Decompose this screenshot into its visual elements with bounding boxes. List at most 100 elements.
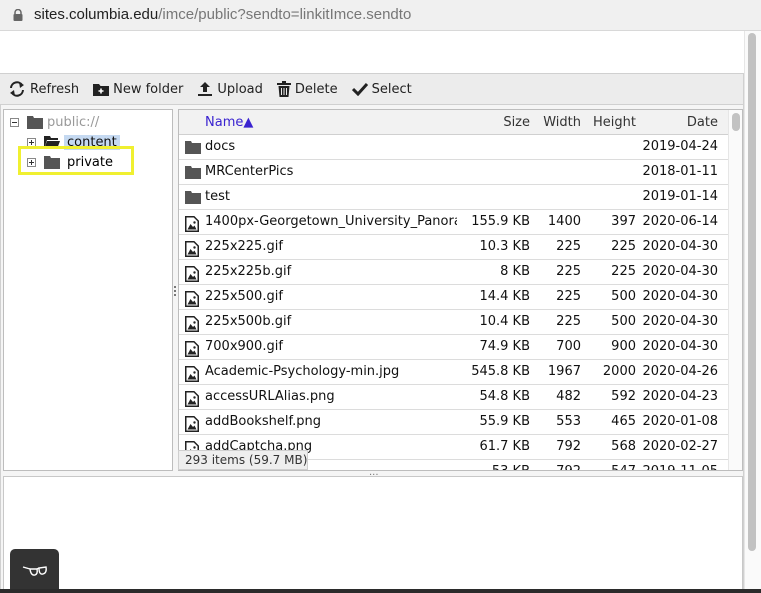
file-size: 545.8 KB bbox=[471, 364, 530, 379]
image-file-icon bbox=[185, 291, 199, 307]
file-date: 2020-04-26 bbox=[642, 364, 718, 379]
file-list-scrollbar[interactable] bbox=[728, 110, 742, 470]
file-row[interactable]: 1400px-Georgetown_University_Panoram 155.… bbox=[179, 210, 728, 235]
image-height: 225 bbox=[611, 264, 636, 279]
image-file-icon bbox=[185, 266, 199, 282]
image-file-icon bbox=[185, 391, 199, 407]
delete-button[interactable]: Delete bbox=[276, 81, 338, 97]
file-date: 2018-01-11 bbox=[642, 164, 718, 179]
image-file-icon bbox=[185, 291, 199, 311]
folder-icon bbox=[185, 191, 201, 204]
file-date: 2020-04-23 bbox=[642, 389, 718, 404]
image-width: 225 bbox=[556, 264, 581, 279]
file-name: 1400px-Georgetown_University_Panoram bbox=[205, 214, 457, 229]
file-size: 61.7 KB bbox=[479, 439, 530, 454]
file-size: 10.3 KB bbox=[479, 239, 530, 254]
select-label: Select bbox=[371, 81, 412, 97]
file-name: 225x225.gif bbox=[205, 239, 283, 254]
column-header-name[interactable]: Name▲ bbox=[205, 115, 253, 130]
file-date: 2020-02-27 bbox=[642, 439, 718, 454]
trash-icon bbox=[276, 81, 291, 97]
accessibility-button[interactable] bbox=[10, 549, 59, 593]
file-row[interactable]: 700x900.gif 74.9 KB 700 900 2020-04-30 bbox=[179, 335, 728, 360]
file-name: MRCenterPics bbox=[205, 164, 294, 179]
file-date: 2020-04-30 bbox=[642, 339, 718, 354]
file-date: 2019-11-05 bbox=[642, 464, 718, 470]
image-file-icon bbox=[185, 416, 199, 436]
refresh-icon bbox=[10, 81, 24, 97]
column-header-width[interactable]: Width bbox=[543, 115, 581, 130]
file-size: 8 KB bbox=[500, 264, 530, 279]
image-file-icon bbox=[185, 366, 199, 386]
column-header-size[interactable]: Size bbox=[503, 115, 530, 130]
file-size: 53 KB bbox=[492, 464, 530, 470]
image-file-icon bbox=[185, 341, 199, 357]
image-width: 792 bbox=[556, 464, 581, 470]
file-list-rows: docs 2019-04-24 MRCenterPics 2018-01-11 test… bbox=[179, 135, 728, 470]
image-height: 900 bbox=[611, 339, 636, 354]
folder-row[interactable]: docs 2019-04-24 bbox=[179, 135, 728, 160]
new-folder-label: New folder bbox=[113, 81, 184, 97]
upload-label: Upload bbox=[217, 81, 263, 97]
status-bar: 293 items (59.7 MB) bbox=[178, 450, 308, 470]
folder-icon bbox=[185, 191, 201, 208]
folder-row[interactable]: MRCenterPics 2018-01-11 bbox=[179, 160, 728, 185]
select-button[interactable]: Select bbox=[351, 81, 412, 97]
browser-url-bar[interactable]: sites.columbia.edu/imce/public?sendto=li… bbox=[0, 0, 761, 31]
url-text[interactable]: sites.columbia.edu/imce/public?sendto=li… bbox=[34, 6, 411, 23]
column-header-date[interactable]: Date bbox=[687, 115, 718, 130]
upload-button[interactable]: Upload bbox=[197, 81, 263, 97]
preview-pane bbox=[3, 476, 743, 593]
url-host: sites.columbia.edu bbox=[34, 6, 159, 23]
file-row[interactable]: 225x500.gif 14.4 KB 225 500 2020-04-30 bbox=[179, 285, 728, 310]
file-row[interactable]: 225x225.gif 10.3 KB 225 225 2020-04-30 bbox=[179, 235, 728, 260]
folder-row[interactable]: test 2019-01-14 bbox=[179, 185, 728, 210]
image-width: 1400 bbox=[547, 214, 581, 229]
vertical-splitter-handle[interactable] bbox=[174, 286, 177, 298]
file-list-scrollbar-thumb[interactable] bbox=[732, 113, 740, 131]
file-size: 54.8 KB bbox=[479, 389, 530, 404]
file-row[interactable]: accessURLAlias.png 54.8 KB 482 592 2020-04-2… bbox=[179, 385, 728, 410]
image-width: 225 bbox=[556, 314, 581, 329]
image-file-icon bbox=[185, 391, 199, 411]
folder-icon bbox=[27, 116, 43, 129]
image-file-icon bbox=[185, 416, 199, 432]
bottom-bar bbox=[0, 589, 761, 593]
image-height: 397 bbox=[611, 214, 636, 229]
file-size: 55.9 KB bbox=[479, 414, 530, 429]
file-row[interactable]: 225x225b.gif 8 KB 225 225 2020-04-30 bbox=[179, 260, 728, 285]
image-height: 465 bbox=[611, 414, 636, 429]
tree-root[interactable]: public:// bbox=[10, 115, 99, 130]
file-row[interactable]: Academic-Psychology-min.jpg 545.8 KB 1967 2… bbox=[179, 360, 728, 385]
file-row[interactable]: 225x500b.gif 10.4 KB 225 500 2020-04-30 bbox=[179, 310, 728, 335]
image-width: 553 bbox=[556, 414, 581, 429]
file-name: 225x225b.gif bbox=[205, 264, 292, 279]
image-height: 2000 bbox=[602, 364, 636, 379]
image-file-icon bbox=[185, 216, 199, 236]
image-height: 568 bbox=[611, 439, 636, 454]
column-header-height[interactable]: Height bbox=[593, 115, 636, 130]
image-width: 482 bbox=[556, 389, 581, 404]
tree-root-label: public:// bbox=[47, 115, 100, 130]
image-width: 1967 bbox=[547, 364, 581, 379]
file-list-header: Name▲ Size Width Height Date bbox=[179, 110, 728, 135]
file-size: 10.4 KB bbox=[479, 314, 530, 329]
url-path: /imce/public?sendto=linkitImce.sendto bbox=[158, 6, 412, 23]
file-date: 2020-04-30 bbox=[642, 289, 718, 304]
refresh-button[interactable]: Refresh bbox=[8, 81, 79, 97]
sort-ascending-icon: ▲ bbox=[243, 115, 254, 130]
file-row[interactable]: addBookshelf.png 55.9 KB 553 465 2020-01-08 bbox=[179, 410, 728, 435]
new-folder-button[interactable]: New folder bbox=[93, 82, 183, 97]
file-name: 700x900.gif bbox=[205, 339, 283, 354]
window-scrollbar[interactable] bbox=[746, 33, 758, 551]
image-file-icon bbox=[185, 241, 199, 257]
collapse-toggle[interactable] bbox=[10, 118, 19, 127]
image-width: 225 bbox=[556, 239, 581, 254]
new-folder-icon bbox=[93, 84, 110, 96]
file-date: 2020-04-30 bbox=[642, 314, 718, 329]
window-scrollbar-thumb[interactable] bbox=[748, 33, 756, 551]
file-size: 74.9 KB bbox=[479, 339, 530, 354]
image-file-icon bbox=[185, 266, 199, 286]
file-name: Academic-Psychology-min.jpg bbox=[205, 364, 400, 379]
image-file-icon bbox=[185, 241, 199, 261]
